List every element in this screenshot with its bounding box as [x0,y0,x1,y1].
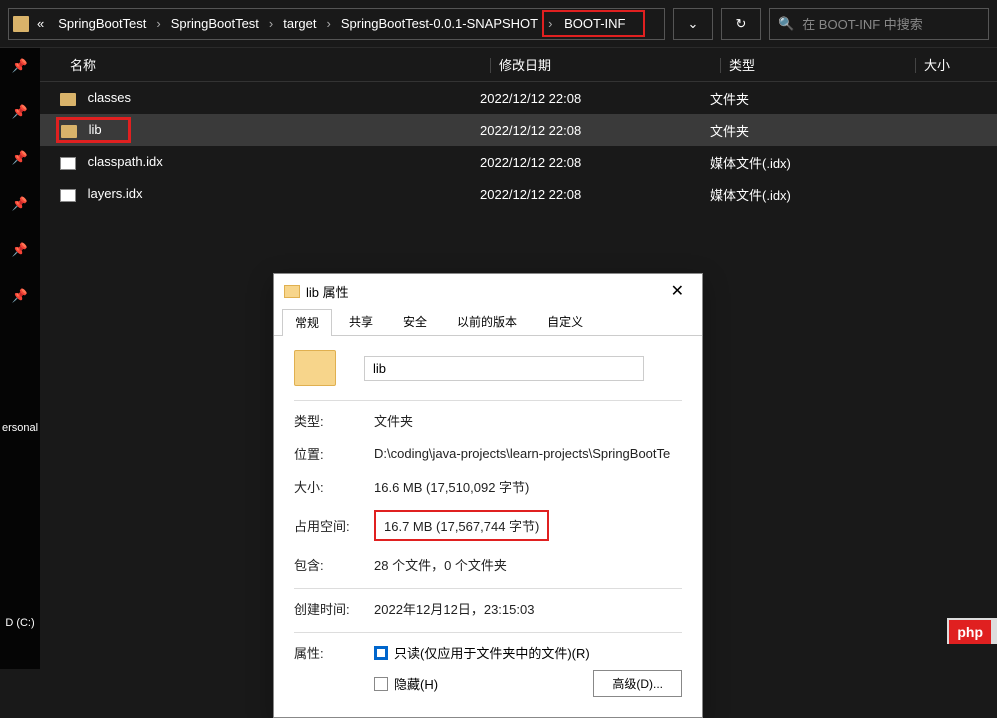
tab-general[interactable]: 常规 [282,309,332,336]
pin-sidebar: 📌 📌 📌 📌 📌 📌 ersonal D (C:) [0,48,40,669]
prop-disk-value: 16.7 MB (17,567,744 字节) [374,510,549,541]
prop-location-value: D:\coding\java-projects\learn-projects\S… [374,446,682,461]
pin-icon[interactable]: 📌 [12,242,28,258]
folder-icon [13,16,29,32]
breadcrumb[interactable]: « SpringBootTest › SpringBootTest › targ… [8,8,665,40]
close-button[interactable]: ✕ [663,281,692,301]
breadcrumb-item[interactable]: SpringBootTest [52,14,152,33]
sidebar-label: D (C:) [5,617,34,629]
properties-dialog: lib 属性 ✕ 常规 共享 安全 以前的版本 自定义 类型:文件夹 位置:D:… [273,273,703,718]
prop-size-label: 大小: [294,477,374,496]
file-row[interactable]: layers.idx 2022/12/12 22:08 媒体文件(.idx) [40,178,997,210]
hidden-label: 隐藏(H) [394,674,438,693]
php-badge: php [949,620,991,644]
prop-disk-label: 占用空间: [294,516,374,535]
prop-size-value: 16.6 MB (17,510,092 字节) [374,477,682,496]
refresh-button[interactable]: ↻ [721,8,761,40]
readonly-label: 只读(仅应用于文件夹中的文件)(R) [394,643,590,662]
file-type: 媒体文件(.idx) [710,153,905,172]
breadcrumb-item[interactable]: target [277,14,322,33]
folder-icon [294,350,336,386]
file-row[interactable]: classes 2022/12/12 22:08 文件夹 [40,82,997,114]
file-date: 2022/12/12 22:08 [480,91,710,106]
file-name: classpath.idx [88,154,163,169]
pin-icon[interactable]: 📌 [12,150,28,166]
sidebar-label: ersonal [2,422,38,434]
search-input[interactable]: 🔍 在 BOOT-INF 中搜索 [769,8,989,40]
tab-share[interactable]: 共享 [336,308,386,335]
file-name: classes [88,90,131,105]
prop-type-value: 文件夹 [374,411,682,430]
folder-icon [60,93,76,106]
hidden-checkbox[interactable] [374,677,388,691]
file-icon [60,189,76,202]
file-name: layers.idx [88,186,143,201]
prop-location-label: 位置: [294,444,374,463]
file-date: 2022/12/12 22:08 [480,187,710,202]
file-type: 文件夹 [710,121,905,140]
tab-custom[interactable]: 自定义 [534,308,596,335]
breadcrumb-highlight: › BOOT-INF [542,10,645,37]
prop-contains-value: 28 个文件，0 个文件夹 [374,555,682,574]
chevron-right-icon: › [325,16,333,31]
column-name[interactable]: 名称 [40,55,490,74]
file-type: 媒体文件(.idx) [710,185,905,204]
chevron-down-icon: ⌄ [688,16,699,32]
file-name: lib [89,122,102,137]
readonly-checkbox[interactable] [374,646,388,660]
file-icon [60,157,76,170]
file-row[interactable]: lib 2022/12/12 22:08 文件夹 [40,114,997,146]
folder-name-input[interactable] [364,356,644,381]
file-type: 文件夹 [710,89,905,108]
pin-icon[interactable]: 📌 [12,104,28,120]
refresh-icon: ↻ [736,16,747,32]
folder-icon [61,125,77,138]
column-type[interactable]: 类型 [729,58,755,73]
column-size[interactable]: 大小 [924,58,950,73]
tab-security[interactable]: 安全 [390,308,440,335]
folder-icon [284,285,300,298]
pin-icon[interactable]: 📌 [12,196,28,212]
chevron-right-icon: › [154,16,162,31]
advanced-button[interactable]: 高级(D)... [593,670,682,697]
search-icon: 🔍 [778,16,794,32]
dialog-title: lib 属性 [306,282,657,301]
chevron-right-icon: › [546,16,554,31]
column-headers: 名称 修改日期 类型 大小 [40,48,997,82]
pin-icon[interactable]: 📌 [12,288,28,304]
breadcrumb-prefix: « [31,14,50,33]
file-date: 2022/12/12 22:08 [480,123,710,138]
prop-created-label: 创建时间: [294,599,374,618]
breadcrumb-item[interactable]: SpringBootTest [165,14,265,33]
search-placeholder: 在 BOOT-INF 中搜索 [802,14,923,33]
prop-type-label: 类型: [294,411,374,430]
file-date: 2022/12/12 22:08 [480,155,710,170]
prop-created-value: 2022年12月12日，23:15:03 [374,599,682,618]
file-row[interactable]: classpath.idx 2022/12/12 22:08 媒体文件(.idx… [40,146,997,178]
dialog-tabs: 常规 共享 安全 以前的版本 自定义 [274,308,702,336]
chevron-right-icon: › [267,16,275,31]
dropdown-button[interactable]: ⌄ [673,8,713,40]
breadcrumb-item[interactable]: BOOT-INF [558,14,631,33]
prop-contains-label: 包含: [294,555,374,574]
prop-attr-label: 属性: [294,643,374,662]
column-date[interactable]: 修改日期 [499,58,551,73]
breadcrumb-item[interactable]: SpringBootTest-0.0.1-SNAPSHOT [335,14,544,33]
tab-previous[interactable]: 以前的版本 [444,308,530,335]
pin-icon[interactable]: 📌 [12,58,28,74]
